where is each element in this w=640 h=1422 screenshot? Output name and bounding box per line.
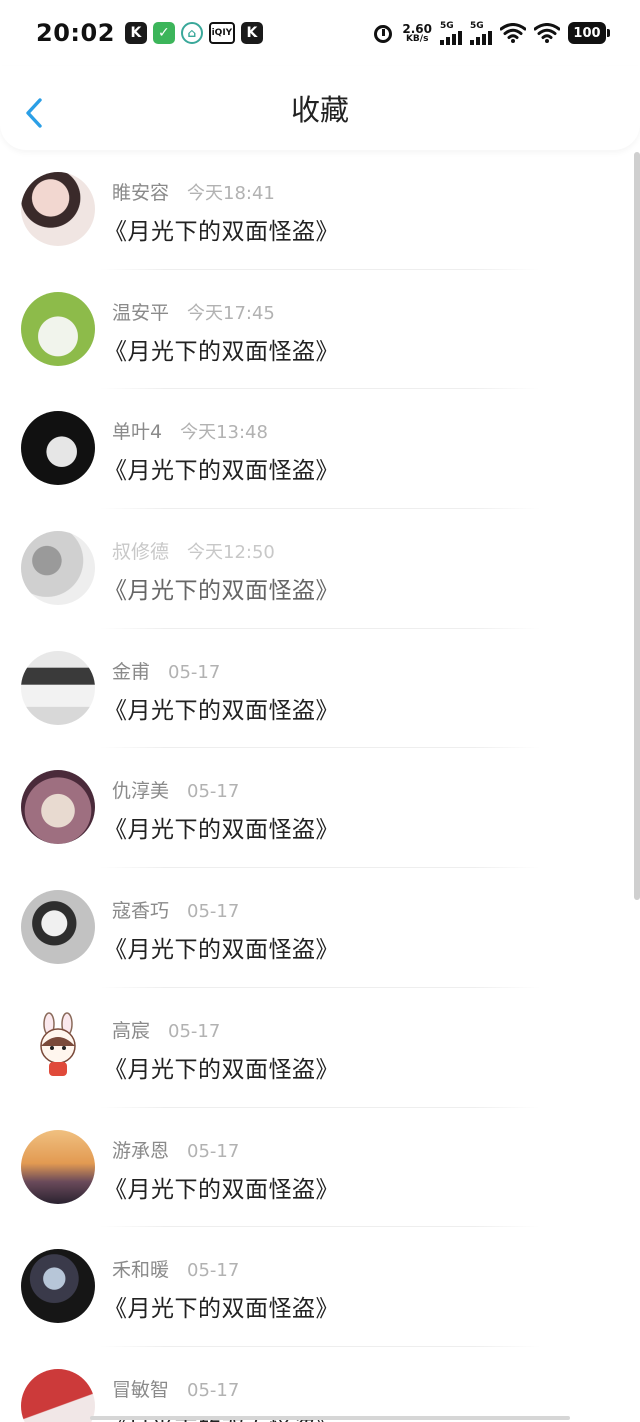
- avatar[interactable]: [21, 1129, 95, 1204]
- item-time: 05-17: [168, 661, 221, 683]
- status-bar: 20:02 K ✓ ⌂ iQIY K 2.60 KB/s 5G 5G 100: [0, 0, 640, 66]
- user-name: 游承恩: [112, 1139, 170, 1162]
- user-name: 温安平: [112, 301, 170, 324]
- item-title[interactable]: 《月光下的双面怪盗》: [104, 691, 339, 725]
- avatar[interactable]: [21, 172, 95, 246]
- user-name: 禾和暖: [112, 1259, 170, 1282]
- scrollbar[interactable]: [634, 152, 640, 900]
- status-time: 20:02: [36, 19, 115, 47]
- notification-icons: K ✓ ⌂ iQIY K: [124, 22, 263, 44]
- network-speed: 2.60 KB/s: [402, 23, 432, 44]
- speed-unit: KB/s: [405, 33, 429, 44]
- item-title[interactable]: 《月光下的双面怪盗》: [104, 332, 339, 366]
- avatar[interactable]: [21, 1368, 95, 1422]
- bunny-avatar-icon: [40, 1012, 76, 1076]
- nav-header: 收藏: [0, 66, 640, 150]
- item-title[interactable]: 《月光下的双面怪盗》: [104, 1050, 339, 1084]
- list-item[interactable]: 单叶4 今天13:48 《月光下的双面怪盗》: [0, 389, 640, 510]
- signal-1: 5G: [440, 20, 462, 45]
- avatar[interactable]: [21, 890, 95, 965]
- item-title[interactable]: 《月光下的双面怪盗》: [104, 930, 339, 964]
- item-title[interactable]: 《月光下的双面怪盗》: [104, 1289, 339, 1323]
- speed-value: 2.60: [402, 21, 432, 36]
- list-item[interactable]: 金甫 05-17 《月光下的双面怪盗》: [0, 629, 640, 749]
- list-item[interactable]: 寇香巧 05-17 《月光下的双面怪盗》: [0, 868, 640, 988]
- item-title[interactable]: 《月光下的双面怪盗》: [104, 1170, 339, 1204]
- item-time: 今天13:48: [180, 422, 268, 444]
- page-title: 收藏: [290, 93, 349, 127]
- screen: 20:02 K ✓ ⌂ iQIY K 2.60 KB/s 5G 5G 100 收…: [0, 0, 640, 1422]
- home-indicator[interactable]: [90, 1416, 570, 1420]
- item-time: 05-17: [187, 1260, 240, 1282]
- alarm-icon: [372, 22, 394, 44]
- avatar[interactable]: [21, 291, 95, 366]
- list-item[interactable]: 仇淳美 05-17 《月光下的双面怪盗》: [0, 748, 640, 869]
- user-name: 睢安容: [112, 182, 170, 204]
- check-app-icon: ✓: [152, 22, 175, 44]
- wifi-icon: [500, 23, 526, 43]
- k-app-icon: K: [124, 22, 147, 44]
- wifi-icon-2: [533, 23, 561, 43]
- tree-app-icon: ⌂: [180, 22, 203, 44]
- list-item[interactable]: 冒敏智05-17 《月光下的双面怪盗》: [0, 1347, 640, 1422]
- list-item[interactable]: 游承恩 05-17 《月光下的双面怪盗》: [0, 1108, 640, 1228]
- user-name: 叔修德: [112, 541, 170, 564]
- signal-2-label: 5G: [470, 20, 484, 31]
- avatar[interactable]: [21, 531, 95, 606]
- user-name: 金甫: [112, 660, 151, 683]
- signal-2: 5G: [470, 20, 492, 45]
- item-title[interactable]: 《月光下的双面怪盗》: [104, 571, 339, 605]
- favorites-list: 睢安容 今天18:41 《月光下的双面怪盗》 温安平 今天17:45 《月光下的双面…: [0, 150, 640, 1422]
- item-time: 05-17: [187, 781, 240, 803]
- user-name: 寇香巧: [112, 900, 170, 923]
- signal-bars-icon-2: [470, 30, 492, 45]
- avatar[interactable]: [21, 770, 95, 845]
- user-name: 仇淳美: [112, 780, 170, 803]
- battery-indicator: 100: [568, 22, 610, 44]
- item-time: 今天17:45: [187, 302, 275, 324]
- list-item[interactable]: 温安平 今天17:45 《月光下的双面怪盗》: [0, 270, 640, 390]
- item-time: 05-17: [187, 901, 240, 923]
- avatar[interactable]: [21, 411, 95, 486]
- k-app-icon-2: K: [240, 22, 263, 44]
- item-title[interactable]: 《月光下的双面怪盗》: [104, 451, 339, 485]
- status-right: 2.60 KB/s 5G 5G 100: [372, 20, 610, 45]
- item-title[interactable]: 《月光下的双面怪盗》: [104, 212, 339, 246]
- list-item[interactable]: 睢安容 今天18:41 《月光下的双面怪盗》: [0, 150, 640, 270]
- user-name: 单叶4: [112, 421, 163, 444]
- chevron-left-icon[interactable]: [22, 96, 48, 130]
- avatar[interactable]: [21, 1009, 95, 1084]
- item-time: 今天18:41: [187, 183, 275, 204]
- item-time: 05-17: [187, 1379, 240, 1401]
- avatar[interactable]: [21, 1249, 95, 1324]
- iqiyi-app-icon: iQIY: [208, 22, 235, 44]
- item-time: 05-17: [168, 1020, 221, 1042]
- list-item[interactable]: 叔修德 今天12:50 《月光下的双面怪盗》: [0, 509, 640, 629]
- item-time: 05-17: [187, 1140, 240, 1162]
- avatar[interactable]: [21, 650, 95, 725]
- signal-bars-icon: [440, 30, 462, 45]
- item-time: 今天12:50: [187, 542, 275, 564]
- user-name: 冒敏智: [112, 1378, 170, 1401]
- list-item[interactable]: 高宸 05-17 《月光下的双面怪盗》: [0, 988, 640, 1108]
- item-title[interactable]: 《月光下的双面怪盗》: [104, 810, 339, 844]
- user-name: 高宸: [112, 1019, 151, 1042]
- list-item[interactable]: 禾和暖 05-17 《月光下的双面怪盗》: [0, 1227, 640, 1347]
- signal-1-label: 5G: [440, 20, 454, 31]
